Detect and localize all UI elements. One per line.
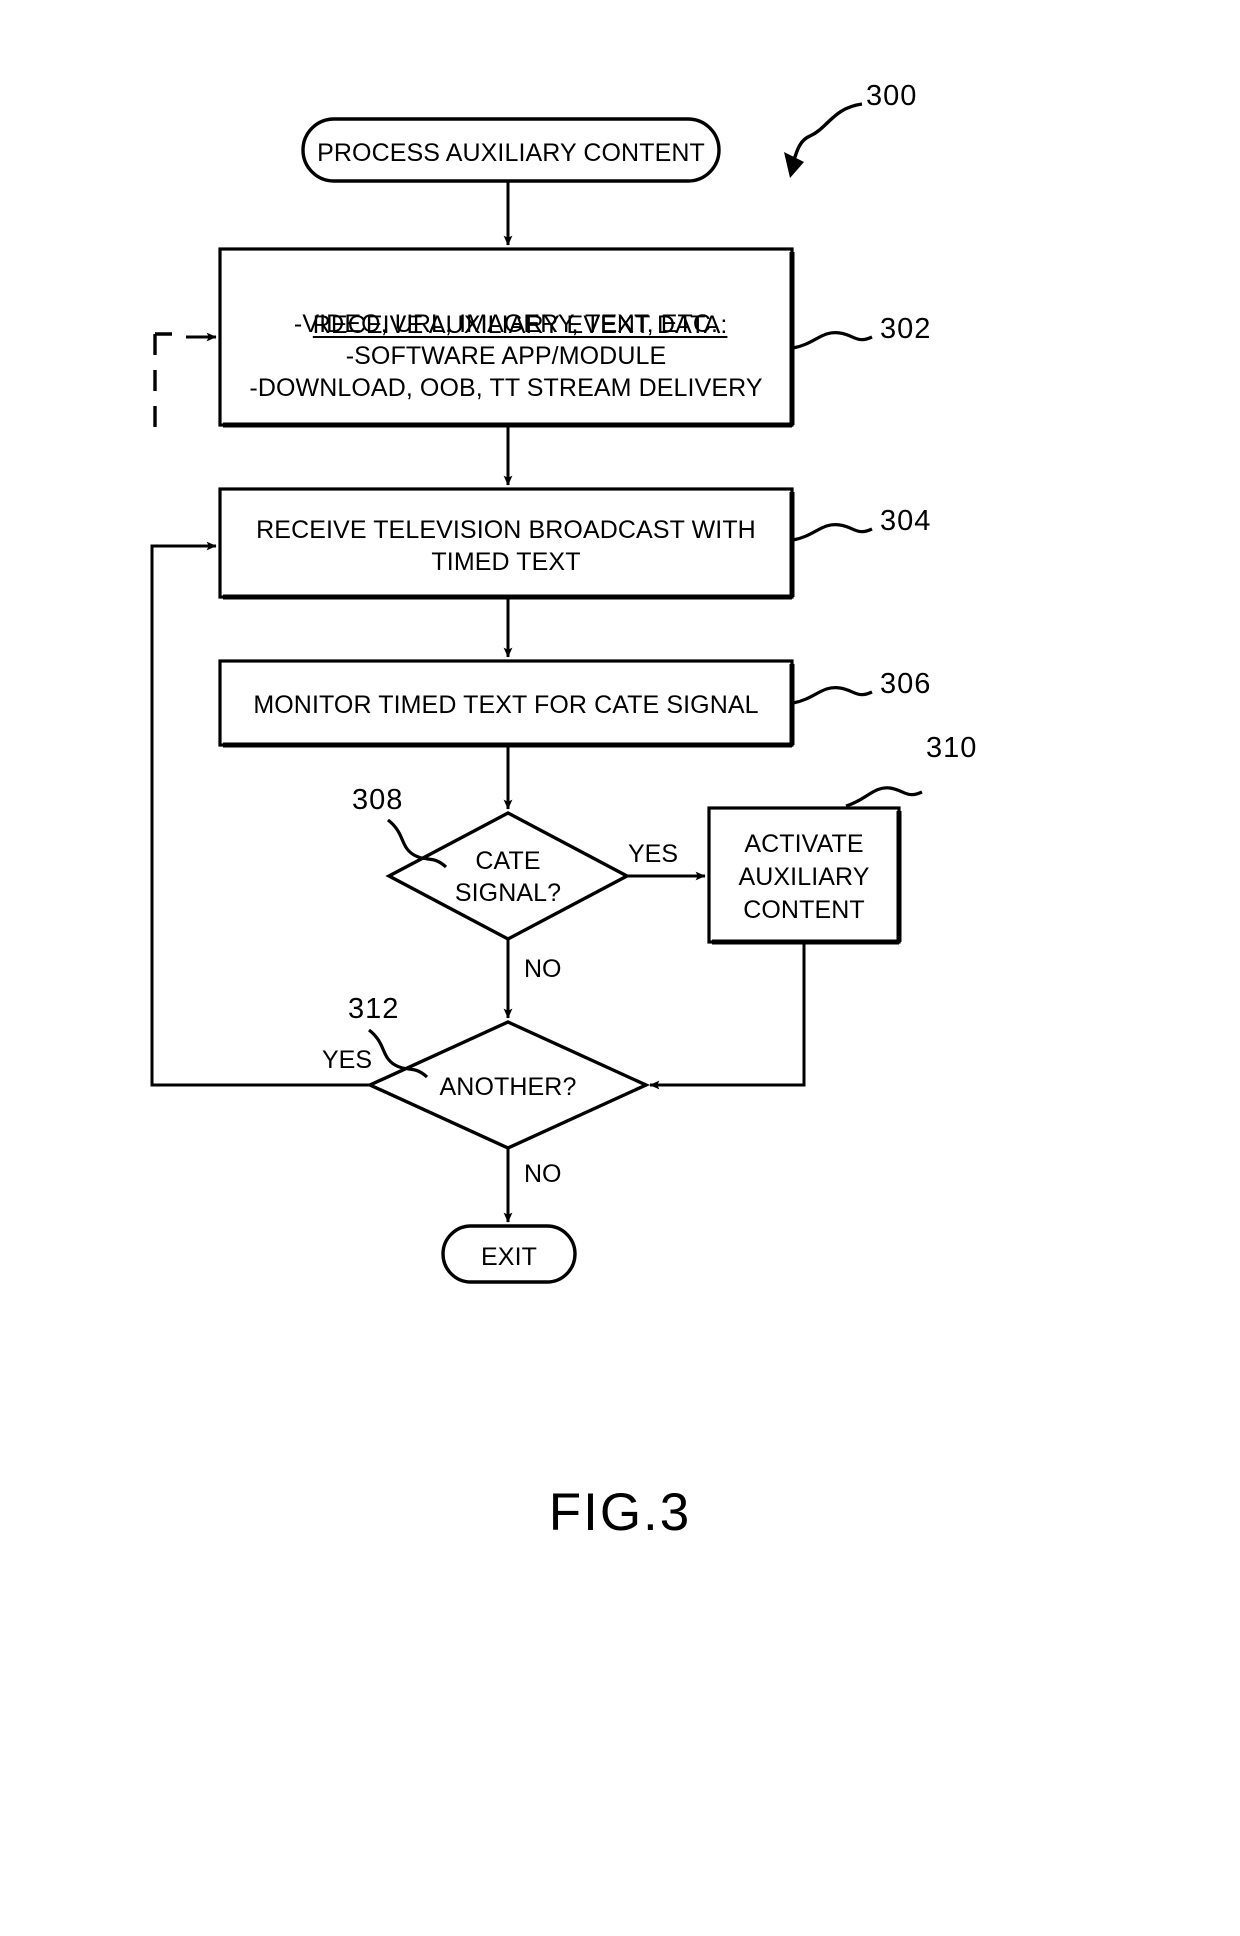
edge-310-to-312: [649, 942, 806, 1090]
ref-312-label: 312: [348, 993, 400, 1025]
start-terminal-label: PROCESS AUXILIARY CONTENT: [317, 139, 705, 167]
box-302-line-2: -SOFTWARE APP/MODULE: [345, 342, 667, 370]
ref-310-label: 310: [926, 732, 978, 764]
box-304-line-2: TIMED TEXT: [431, 548, 581, 576]
ref-306-label: 306: [880, 668, 932, 700]
ref-304-label: 304: [880, 505, 932, 537]
ref-312-leader: [367, 1028, 429, 1079]
diamond-308-line-1: CATE: [475, 847, 541, 875]
box-302-line-1: -VIDEO, URL, IMAGERY, TEXT, ETC.: [293, 310, 719, 338]
ref-306-leader: [792, 686, 873, 705]
exit-terminal-label: EXIT: [481, 1243, 537, 1271]
ref-310-leader: [845, 786, 923, 808]
diamond-312-line-1: ANOTHER?: [439, 1073, 577, 1101]
patent-figure-sheet: PROCESS AUXILIARY CONTENT 300 RECEIVE AU…: [0, 0, 1240, 1936]
ref-300-label: 300: [866, 80, 918, 112]
ref-302-label: 302: [880, 313, 932, 345]
box-310-line-3: CONTENT: [743, 896, 865, 924]
diamond-308-line-2: SIGNAL?: [454, 879, 562, 907]
ref-308-label: 308: [352, 784, 404, 816]
edge-312-yes-to-304: [150, 541, 370, 1087]
box-310-line-1: ACTIVATE: [744, 830, 864, 858]
edge-label-cate-yes: YES: [628, 840, 679, 868]
box-304-line-1: RECEIVE TELEVISION BROADCAST WITH: [256, 516, 756, 544]
ref-300-leader: [791, 102, 863, 164]
box-306-line-1: MONITOR TIMED TEXT FOR CATE SIGNAL: [253, 691, 759, 719]
edge-label-another-no: NO: [524, 1160, 562, 1188]
figure-caption: FIG.3: [548, 1483, 692, 1542]
edge-label-cate-no: NO: [524, 955, 562, 983]
box-310-line-2: AUXILIARY: [738, 863, 870, 891]
edge-label-another-yes: YES: [322, 1046, 373, 1074]
ref-302-leader: [792, 331, 873, 350]
box-302-line-3: -DOWNLOAD, OOB, TT STREAM DELIVERY: [249, 374, 763, 402]
ref-304-leader: [792, 523, 873, 542]
